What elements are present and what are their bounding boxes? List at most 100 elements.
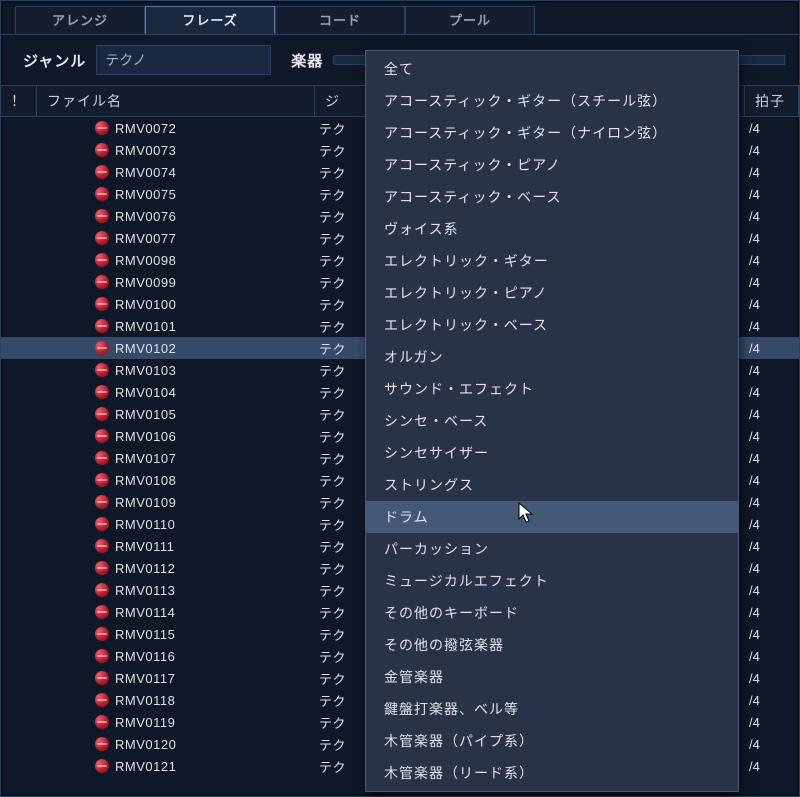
filename-label: RMV0111 bbox=[115, 539, 174, 554]
audio-file-icon bbox=[95, 627, 109, 641]
audio-file-icon bbox=[95, 539, 109, 553]
filename-label: RMV0106 bbox=[115, 429, 176, 444]
dropdown-item[interactable]: 木管楽器（リード系） bbox=[366, 757, 738, 789]
filename-label: RMV0112 bbox=[115, 561, 175, 576]
filename-label: RMV0074 bbox=[115, 165, 176, 180]
filename-label: RMV0072 bbox=[115, 121, 176, 136]
cell-beat: /4 bbox=[745, 759, 799, 774]
filename-label: RMV0102 bbox=[115, 341, 176, 356]
filename-label: RMV0121 bbox=[115, 759, 176, 774]
audio-file-icon bbox=[95, 561, 109, 575]
dropdown-item[interactable]: 鍵盤打楽器、ベル等 bbox=[366, 693, 738, 725]
cell-beat: /4 bbox=[745, 297, 799, 312]
dropdown-item[interactable]: 金管楽器 bbox=[366, 661, 738, 693]
filename-label: RMV0104 bbox=[115, 385, 176, 400]
col-header-beat[interactable]: 拍子 bbox=[745, 86, 799, 116]
filename-label: RMV0114 bbox=[115, 605, 175, 620]
cell-beat: /4 bbox=[745, 165, 799, 180]
audio-file-icon bbox=[95, 517, 109, 531]
cell-filename: RMV0101 bbox=[37, 319, 315, 334]
cell-filename: RMV0116 bbox=[37, 649, 315, 664]
cell-beat: /4 bbox=[745, 715, 799, 730]
cell-filename: RMV0121 bbox=[37, 759, 315, 774]
cell-filename: RMV0111 bbox=[37, 539, 315, 554]
dropdown-item[interactable]: ミュージカルエフェクト bbox=[366, 565, 738, 597]
filename-label: RMV0115 bbox=[115, 627, 175, 642]
dropdown-item[interactable]: エレクトリック・ベース bbox=[366, 309, 738, 341]
cell-beat: /4 bbox=[745, 517, 799, 532]
audio-file-icon bbox=[95, 495, 109, 509]
cell-filename: RMV0103 bbox=[37, 363, 315, 378]
cell-filename: RMV0100 bbox=[37, 297, 315, 312]
audio-file-icon bbox=[95, 715, 109, 729]
audio-file-icon bbox=[95, 429, 109, 443]
dropdown-item[interactable]: アコースティック・ギター（スチール弦） bbox=[366, 85, 738, 117]
cell-beat: /4 bbox=[745, 649, 799, 664]
filename-label: RMV0077 bbox=[115, 231, 176, 246]
cell-filename: RMV0102 bbox=[37, 341, 315, 356]
cell-beat: /4 bbox=[745, 341, 799, 356]
filename-label: RMV0109 bbox=[115, 495, 176, 510]
cell-beat: /4 bbox=[745, 319, 799, 334]
tab-3[interactable]: プール bbox=[405, 6, 535, 34]
cell-beat: /4 bbox=[745, 253, 799, 268]
cell-filename: RMV0075 bbox=[37, 187, 315, 202]
dropdown-item[interactable]: エレクトリック・ギター bbox=[366, 245, 738, 277]
dropdown-item[interactable]: ヴォイス系 bbox=[366, 213, 738, 245]
cell-filename: RMV0106 bbox=[37, 429, 315, 444]
cell-filename: RMV0118 bbox=[37, 693, 315, 708]
dropdown-item[interactable]: シンセサイザー bbox=[366, 437, 738, 469]
cell-filename: RMV0114 bbox=[37, 605, 315, 620]
dropdown-item[interactable]: サウンド・エフェクト bbox=[366, 373, 738, 405]
cell-filename: RMV0110 bbox=[37, 517, 315, 532]
cell-filename: RMV0108 bbox=[37, 473, 315, 488]
instrument-dropdown[interactable]: 全てアコースティック・ギター（スチール弦）アコースティック・ギター（ナイロン弦）… bbox=[365, 50, 739, 792]
dropdown-item[interactable]: 全て bbox=[366, 53, 738, 85]
view-tabs: アレンジフレーズコードプール bbox=[1, 1, 799, 34]
dropdown-item[interactable]: オルガン bbox=[366, 341, 738, 373]
filename-label: RMV0101 bbox=[115, 319, 176, 334]
cell-beat: /4 bbox=[745, 737, 799, 752]
cell-filename: RMV0076 bbox=[37, 209, 315, 224]
genre-field[interactable]: テクノ bbox=[96, 45, 271, 75]
dropdown-item[interactable]: シンセ・ベース bbox=[366, 405, 738, 437]
cell-beat: /4 bbox=[745, 539, 799, 554]
cell-filename: RMV0072 bbox=[37, 121, 315, 136]
col-header-flag[interactable]: ！ bbox=[1, 86, 37, 116]
tab-2[interactable]: コード bbox=[275, 6, 405, 34]
dropdown-item[interactable]: ストリングス bbox=[366, 469, 738, 501]
cell-filename: RMV0107 bbox=[37, 451, 315, 466]
audio-file-icon bbox=[95, 121, 109, 135]
cell-filename: RMV0115 bbox=[37, 627, 315, 642]
cell-beat: /4 bbox=[745, 583, 799, 598]
dropdown-item[interactable]: その他のキーボード bbox=[366, 597, 738, 629]
dropdown-item[interactable]: その他の撥弦楽器 bbox=[366, 629, 738, 661]
audio-file-icon bbox=[95, 473, 109, 487]
cell-beat: /4 bbox=[745, 627, 799, 642]
col-header-filename[interactable]: ファイル名 bbox=[37, 86, 315, 116]
cell-filename: RMV0117 bbox=[37, 671, 315, 686]
tab-1[interactable]: フレーズ bbox=[145, 6, 275, 34]
filename-label: RMV0076 bbox=[115, 209, 176, 224]
cell-filename: RMV0074 bbox=[37, 165, 315, 180]
cell-filename: RMV0113 bbox=[37, 583, 315, 598]
cell-beat: /4 bbox=[745, 693, 799, 708]
audio-file-icon bbox=[95, 253, 109, 267]
cell-beat: /4 bbox=[745, 451, 799, 466]
filename-label: RMV0103 bbox=[115, 363, 176, 378]
cell-beat: /4 bbox=[745, 385, 799, 400]
tab-0[interactable]: アレンジ bbox=[15, 6, 145, 34]
dropdown-item[interactable]: アコースティック・ギター（ナイロン弦） bbox=[366, 117, 738, 149]
cell-filename: RMV0073 bbox=[37, 143, 315, 158]
dropdown-item[interactable]: ドラム bbox=[366, 501, 738, 533]
audio-file-icon bbox=[95, 693, 109, 707]
dropdown-item[interactable]: アコースティック・ピアノ bbox=[366, 149, 738, 181]
dropdown-item[interactable]: アコースティック・ベース bbox=[366, 181, 738, 213]
dropdown-item[interactable]: エレクトリック・ピアノ bbox=[366, 277, 738, 309]
filename-label: RMV0107 bbox=[115, 451, 176, 466]
cell-filename: RMV0119 bbox=[37, 715, 315, 730]
audio-file-icon bbox=[95, 407, 109, 421]
audio-file-icon bbox=[95, 275, 109, 289]
dropdown-item[interactable]: 木管楽器（パイプ系） bbox=[366, 725, 738, 757]
dropdown-item[interactable]: パーカッション bbox=[366, 533, 738, 565]
